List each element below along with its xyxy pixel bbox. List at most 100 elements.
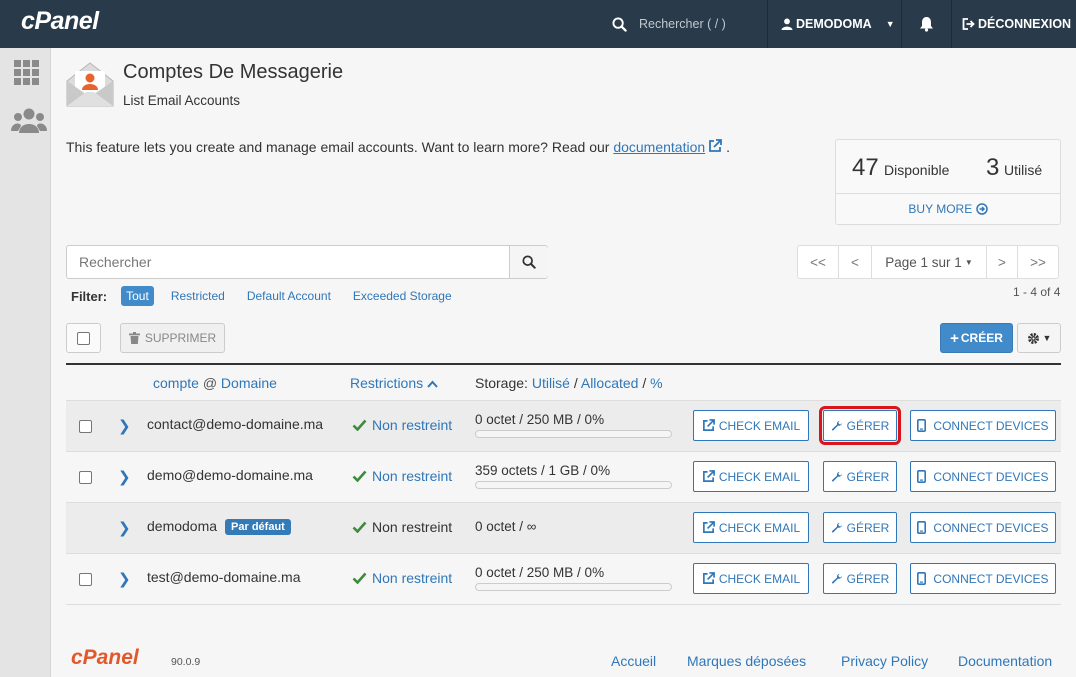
sort-domain-link[interactable]: Domaine [221,375,277,391]
storage-progress-bar [475,481,672,489]
sort-restrictions-link[interactable]: Restrictions [350,375,423,391]
filter-all[interactable]: Tout [121,286,154,306]
expand-row-chevron-icon[interactable]: ❯ [118,468,131,486]
expand-row-chevron-icon[interactable]: ❯ [118,570,131,588]
sort-percent-link[interactable]: % [650,375,662,391]
prev-page-button[interactable]: < [838,245,872,279]
manage-button[interactable]: GÉRER [823,461,897,492]
restriction-link[interactable]: Non restreint [372,417,452,433]
version-label: 90.0.9 [171,656,201,668]
arrow-circle-right-icon [975,203,988,215]
check-email-button[interactable]: CHECK EMAIL [693,512,809,543]
wrench-icon [831,420,842,431]
row-checkbox[interactable] [79,573,92,586]
manage-button[interactable]: GÉRER [819,406,901,445]
storage-usage: 0 octet / ∞ [475,519,536,534]
storage-text: 0 octet / 250 MB / 0% [475,565,605,580]
check-email-button[interactable]: CHECK EMAIL [693,563,809,594]
column-restrictions[interactable]: Restrictions [350,375,438,391]
check-email-button[interactable]: CHECK EMAIL [693,410,809,441]
mobile-phone-icon [917,521,927,534]
create-button[interactable]: + CRÉER [940,323,1013,353]
account-address: test@demo-domaine.ma [147,569,301,585]
global-search[interactable]: Rechercher ( / ) [612,0,726,48]
connect-devices-button[interactable]: CONNECT DEVICES [910,461,1056,492]
account-search-input[interactable] [67,246,509,278]
caret-down-icon: ▼ [964,257,973,267]
storage-text: 0 octet / 250 MB / 0% [475,412,605,427]
last-page-button[interactable]: >> [1017,245,1059,279]
documentation-link[interactable]: documentation [613,139,705,155]
restriction-status: Non restreint [352,519,452,535]
intro-text: This feature lets you create and manage … [66,139,730,155]
account-name: demodoma Par défaut [147,518,291,536]
search-icon [522,255,536,269]
filter-exceeded-storage[interactable]: Exceeded Storage [353,287,452,305]
table-row: ❯ test@demo-domaine.ma Non restreint 0 octe… [66,554,1061,605]
wrench-icon [831,471,842,482]
pagination: << < Page 1 sur 1 ▼ > >> [797,245,1059,279]
logout-button[interactable]: DÉCONNEXION [962,0,1071,48]
at-sign: @ [202,375,218,391]
restriction-link[interactable]: Non restreint [372,570,452,586]
sort-account-link[interactable]: compte [153,375,199,391]
sort-allocated-link[interactable]: Allocated [581,375,639,391]
manage-button[interactable]: GÉRER [823,563,897,594]
column-storage: Storage: Utilisé / Allocated / % [475,375,663,391]
footer-link-home[interactable]: Accueil [611,653,656,669]
table-row: ❯ contact@demo-domaine.ma Non restreint 0 o… [66,401,1061,452]
logout-icon [962,18,975,30]
connect-devices-button[interactable]: CONNECT DEVICES [910,512,1056,543]
expand-row-chevron-icon[interactable]: ❯ [118,519,131,537]
connect-devices-button[interactable]: CONNECT DEVICES [910,563,1056,594]
row-checkbox[interactable] [79,471,92,484]
account-name: contact@demo-domaine.ma [147,416,323,432]
select-all-checkbox[interactable] [66,323,101,353]
restriction-text: Non restreint [372,519,453,535]
buy-more-link[interactable]: BUY MORE [836,202,1060,216]
row-checkbox[interactable] [79,420,92,433]
cpanel-logo[interactable]: cPanel [21,7,99,36]
check-icon [352,470,367,482]
stats-counts: 47 Disponible 3 Utilisé [836,140,1060,194]
next-page-button[interactable]: > [986,245,1018,279]
sort-used-link[interactable]: Utilisé [532,375,570,391]
restriction-status: Non restreint [352,468,452,484]
email-accounts-icon [66,61,114,107]
storage-text: 0 octet / ∞ [475,519,537,534]
check-email-button[interactable]: CHECK EMAIL [693,461,809,492]
search-button[interactable] [509,246,548,278]
checkbox[interactable] [77,331,90,345]
users-icon[interactable] [11,108,47,139]
footer-link-privacy[interactable]: Privacy Policy [841,653,928,669]
logout-label: DÉCONNEXION [978,17,1072,31]
available-label: Disponible [884,162,950,178]
external-link-icon[interactable] [708,139,723,153]
account-name: demo@demo-domaine.ma [147,467,313,483]
expand-row-chevron-icon[interactable]: ❯ [118,417,131,435]
apps-grid-icon[interactable] [11,60,41,91]
footer-link-trademarks[interactable]: Marques déposées [687,653,806,669]
manage-label: GÉRER [846,469,890,484]
first-page-button[interactable]: << [797,245,839,279]
delete-button[interactable]: SUPPRIMER [120,323,225,353]
page-select[interactable]: Page 1 sur 1 ▼ [871,245,987,279]
results-count: 1 - 4 of 4 [1013,285,1061,299]
bell-icon [920,17,933,32]
connect-devices-button[interactable]: CONNECT DEVICES [910,410,1056,441]
wrench-icon [831,522,842,533]
restriction-link[interactable]: Non restreint [372,468,452,484]
user-menu[interactable]: DEMODOMA ▼ [767,0,902,48]
filter-default-account[interactable]: Default Account [247,287,331,305]
footer-link-documentation[interactable]: Documentation [958,653,1052,669]
delete-label: SUPPRIMER [144,331,217,345]
manage-button[interactable]: GÉRER [823,512,897,543]
notifications-button[interactable] [902,0,952,48]
settings-dropdown-button[interactable]: ▼ [1017,323,1061,353]
column-account[interactable]: compte @ Domaine [153,375,277,391]
global-search-placeholder[interactable]: Rechercher ( / ) [639,17,726,31]
check-email-label: CHECK EMAIL [718,469,801,484]
check-icon [352,572,367,584]
filter-restricted[interactable]: Restricted [171,287,225,305]
footer-cpanel-logo[interactable]: cPanel [71,646,139,670]
